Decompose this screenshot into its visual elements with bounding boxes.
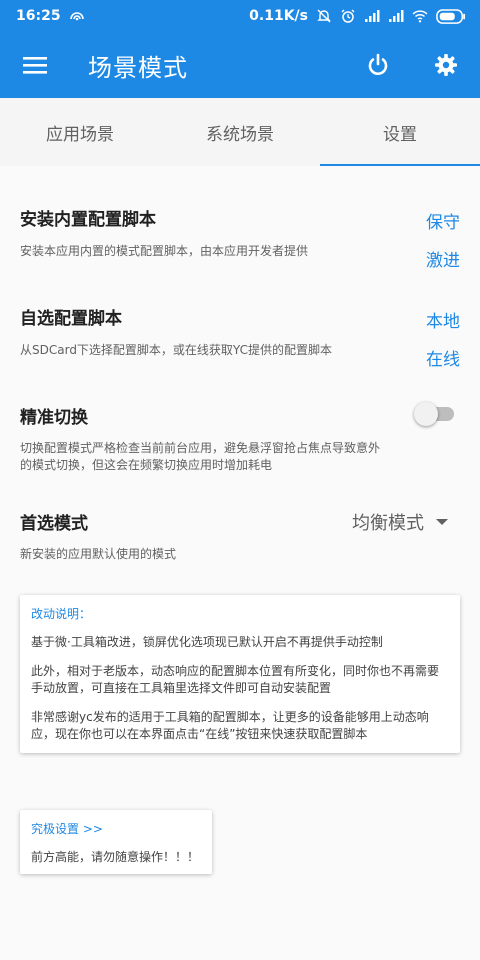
- settings-button[interactable]: [412, 32, 480, 98]
- preferred-mode-value: 均衡模式: [352, 513, 424, 534]
- changelog-paragraph: 基于微·工具箱改进，锁屏优化选项现已默认开启不再提供手动控制: [31, 635, 383, 649]
- changelog-paragraph: 此外，相对于老版本，动态响应的配置脚本位置有所变化，同时你也不再需要手动放置，可…: [31, 664, 440, 695]
- preferred-mode-dropdown[interactable]: 均衡模式: [352, 509, 448, 535]
- custom-script-title: 自选配置脚本: [20, 309, 122, 329]
- signal-icon-2: [389, 10, 404, 22]
- battery-icon: [436, 8, 466, 24]
- signal-icon: [365, 10, 380, 22]
- app-bar: 16:25 0.11K/s 场景模式: [0, 0, 480, 98]
- advanced-settings-link[interactable]: 究极设置 >>: [31, 820, 201, 837]
- builtin-script-title: 安装内置配置脚本: [20, 210, 156, 230]
- tab-bar: 应用场景 系统场景 设置: [0, 98, 480, 166]
- precise-switch-toggle[interactable]: [414, 402, 454, 426]
- aggressive-button[interactable]: 激进: [426, 246, 460, 271]
- tab-app-scene[interactable]: 应用场景: [0, 98, 160, 166]
- bottom-gesture-area: [0, 936, 480, 960]
- precise-switch-title: 精准切换: [20, 408, 88, 428]
- hotspot-icon: [69, 12, 84, 21]
- tab-system-scene[interactable]: 系统场景: [160, 98, 320, 166]
- preferred-mode-desc: 新安装的应用默认使用的模式: [20, 547, 177, 561]
- changelog-title: 改动说明：: [31, 607, 92, 621]
- page-title: 场景模式: [88, 53, 188, 82]
- custom-script-desc: 从SDCard下选择配置脚本，或在线获取YC提供的配置脚本: [20, 343, 332, 357]
- toolbar: 场景模式: [0, 32, 480, 98]
- menu-button[interactable]: [0, 32, 70, 98]
- alarm-icon: [341, 9, 355, 23]
- toggle-knob: [414, 402, 438, 426]
- power-icon: [368, 53, 388, 75]
- menu-icon: [23, 57, 47, 74]
- online-button[interactable]: 在线: [426, 345, 460, 370]
- mute-icon: [317, 9, 331, 23]
- tab-settings[interactable]: 设置: [320, 98, 480, 166]
- advanced-settings-desc: 前方高能，请勿随意操作！！！: [31, 850, 200, 864]
- preferred-mode-section: 首选模式 新安装的应用默认使用的模式 均衡模式: [20, 509, 460, 561]
- precise-switch-section: 精准切换 切换配置模式严格检查当前前台应用，避免悬浮窗抢占焦点导致意外的模式切换…: [20, 402, 460, 473]
- wifi-icon: [412, 10, 428, 23]
- custom-script-section: 自选配置脚本 从SDCard下选择配置脚本，或在线获取YC提供的配置脚本 本地 …: [20, 304, 460, 374]
- precise-switch-desc: 切换配置模式严格检查当前前台应用，避免悬浮窗抢占焦点导致意外的模式切换，但这会在…: [20, 441, 381, 472]
- conservative-button[interactable]: 保守: [426, 208, 460, 233]
- network-speed: 0.11K/s: [249, 8, 308, 24]
- advanced-settings-card[interactable]: 究极设置 >> 前方高能，请勿随意操作！！！: [20, 810, 212, 874]
- status-time: 16:25: [16, 8, 61, 24]
- local-button[interactable]: 本地: [426, 307, 460, 332]
- status-bar: 16:25 0.11K/s: [0, 0, 480, 32]
- builtin-script-section: 安装内置配置脚本 安装本应用内置的模式配置脚本，由本应用开发者提供 保守 激进: [20, 205, 460, 275]
- builtin-script-desc: 安装本应用内置的模式配置脚本，由本应用开发者提供: [20, 244, 309, 258]
- changelog-card: 改动说明： 基于微·工具箱改进，锁屏优化选项现已默认开启不再提供手动控制 此外，…: [20, 595, 460, 753]
- dropdown-arrow-icon: [436, 519, 448, 525]
- gear-icon: [435, 54, 457, 76]
- changelog-paragraph: 非常感谢yc发布的适用于工具箱的配置脚本，让更多的设备能够用上动态响应，现在你也…: [31, 710, 429, 741]
- power-button[interactable]: [344, 32, 412, 98]
